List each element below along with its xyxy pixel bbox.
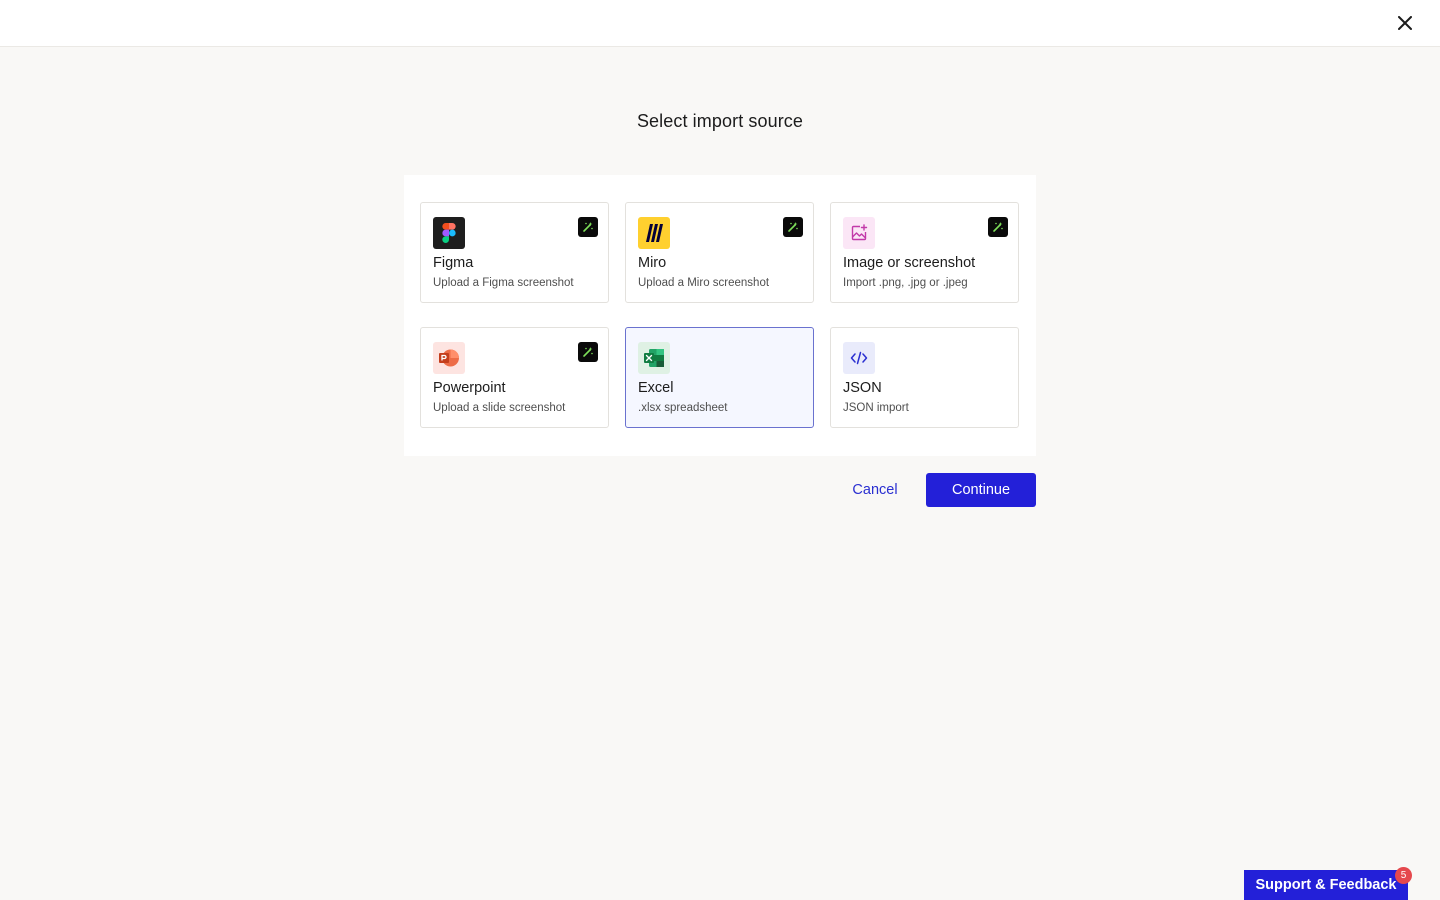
source-name: Powerpoint [433,380,506,396]
source-description: JSON import [843,402,909,414]
ai-magic-icon [578,217,598,237]
miro-icon [638,217,670,249]
ai-magic-icon [783,217,803,237]
support-feedback-label: Support & Feedback [1255,877,1397,893]
source-name: JSON [843,380,882,396]
continue-button[interactable]: Continue [926,473,1036,507]
support-feedback-button[interactable]: Support & Feedback [1244,870,1408,900]
source-name: Excel [638,380,674,396]
source-card-excel[interactable]: Excel .xlsx spreadsheet [625,327,814,428]
code-icon [843,342,875,374]
source-description: Upload a slide screenshot [433,402,566,414]
figma-icon [433,217,465,249]
ai-magic-icon [578,342,598,362]
source-card-powerpoint[interactable]: Powerpoint Upload a slide screenshot [420,327,609,428]
source-card-figma[interactable]: Figma Upload a Figma screenshot [420,202,609,303]
source-name: Miro [638,255,667,271]
source-description: Upload a Figma screenshot [433,277,574,289]
source-card-json[interactable]: JSON JSON import [830,327,1019,428]
close-icon [1398,16,1412,30]
cancel-button[interactable]: Cancel [836,473,914,507]
source-name: Image or screenshot [843,255,976,271]
powerpoint-icon [433,342,465,374]
source-description: Upload a Miro screenshot [638,277,770,289]
image-icon [843,217,875,249]
notification-badge: 5 [1395,867,1412,884]
source-card-image[interactable]: Image or screenshot Import .png, .jpg or… [830,202,1019,303]
source-name: Figma [433,255,474,271]
source-description: Import .png, .jpg or .jpeg [843,277,968,289]
close-button[interactable] [1394,12,1416,34]
ai-magic-icon [988,217,1008,237]
excel-icon [638,342,670,374]
source-description: .xlsx spreadsheet [638,402,728,414]
import-source-panel: Figma Upload a Figma screenshot Miro Upl… [404,175,1036,456]
source-card-miro[interactable]: Miro Upload a Miro screenshot [625,202,814,303]
top-bar [0,0,1440,47]
dialog-title: Select import source [636,111,804,131]
